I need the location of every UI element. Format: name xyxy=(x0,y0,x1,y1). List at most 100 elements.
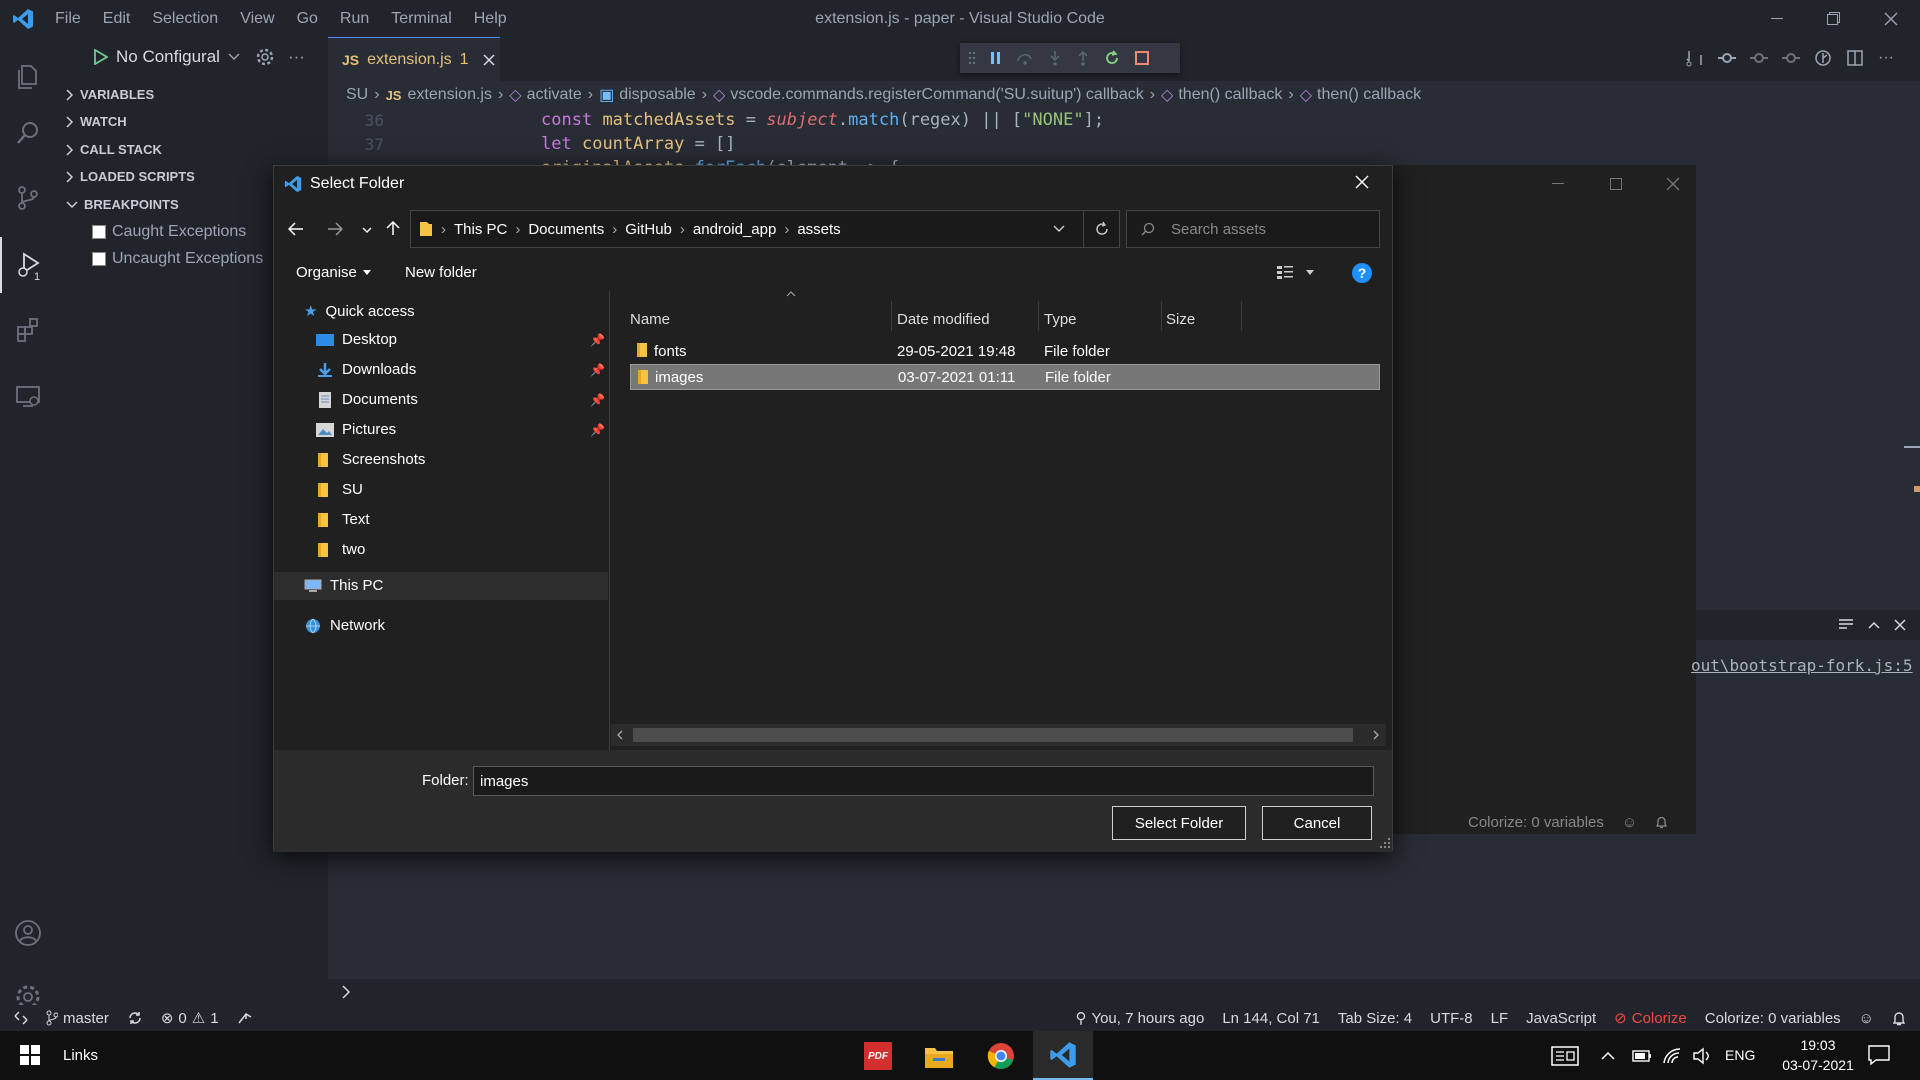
tab-extension-js[interactable]: JS extension.js 1 xyxy=(328,37,500,81)
recent-locations-chevron-icon[interactable] xyxy=(362,227,372,233)
path-segment[interactable]: Documents xyxy=(528,221,604,238)
minimize-button[interactable] xyxy=(1754,0,1800,37)
next-change-icon[interactable] xyxy=(1782,49,1800,67)
nav-two[interactable]: two xyxy=(316,541,365,558)
section-breakpoints[interactable]: BREAKPOINTS xyxy=(66,197,179,212)
nav-su[interactable]: SU xyxy=(316,481,363,498)
section-call-stack[interactable]: CALL STACK xyxy=(66,142,162,157)
menu-file[interactable]: File xyxy=(44,10,92,28)
nav-documents[interactable]: Documents xyxy=(316,391,418,408)
compare-icon[interactable] xyxy=(1686,49,1704,67)
address-history-chevron-icon[interactable] xyxy=(1053,225,1065,233)
split-editor-icon[interactable] xyxy=(1846,49,1864,67)
wifi-icon[interactable] xyxy=(1662,1047,1682,1065)
explorer-icon[interactable] xyxy=(0,49,56,105)
colorize-vars[interactable]: Colorize: 0 variables xyxy=(1696,1010,1850,1027)
volume-icon[interactable] xyxy=(1692,1047,1712,1065)
breadcrumb-item[interactable]: extension.js xyxy=(407,86,492,104)
pin-icon[interactable]: 📌 xyxy=(590,363,605,377)
bg-minimize-button[interactable] xyxy=(1535,165,1581,202)
breadcrumb-item[interactable]: SU xyxy=(346,86,368,104)
feedback-icon[interactable]: ☺ xyxy=(1850,1010,1883,1027)
section-watch[interactable]: WATCH xyxy=(66,114,127,129)
news-widget-icon[interactable] xyxy=(1551,1046,1579,1066)
source-control-icon[interactable] xyxy=(0,170,56,226)
help-icon[interactable]: ? xyxy=(1352,263,1372,283)
gitlens-icon[interactable] xyxy=(1814,49,1832,67)
remote-explorer-icon[interactable] xyxy=(0,368,56,424)
pdf-app-icon[interactable]: PDF xyxy=(864,1042,892,1070)
windows-start-icon[interactable] xyxy=(20,1045,40,1065)
git-blame-indicator[interactable]: ⚲ You, 7 hours ago xyxy=(1066,1009,1213,1028)
scroll-right-icon[interactable] xyxy=(1373,730,1379,740)
battery-icon[interactable] xyxy=(1632,1050,1652,1062)
run-debug-icon[interactable]: 1 xyxy=(0,237,56,293)
tab-size[interactable]: Tab Size: 4 xyxy=(1329,1010,1421,1027)
input-language[interactable]: ENG xyxy=(1725,1047,1755,1063)
stop-icon[interactable] xyxy=(1134,50,1150,66)
breadcrumb-item[interactable]: then() callback xyxy=(1317,86,1421,104)
file-row[interactable]: fonts 29-05-2021 19:48 File folder xyxy=(630,338,1380,364)
colorize-indicator[interactable]: ⊘ Colorize xyxy=(1605,1009,1696,1028)
maximize-panel-icon[interactable] xyxy=(1868,621,1880,629)
path-segment[interactable]: assets xyxy=(797,221,840,238)
nav-text[interactable]: Text xyxy=(316,511,370,528)
prev-change-icon[interactable] xyxy=(1750,49,1768,67)
cursor-position[interactable]: Ln 144, Col 71 xyxy=(1213,1010,1329,1027)
column-size[interactable]: Size xyxy=(1166,311,1195,328)
language-mode[interactable]: JavaScript xyxy=(1517,1010,1605,1027)
bell-icon[interactable] xyxy=(1655,815,1668,829)
scroll-left-icon[interactable] xyxy=(617,730,623,740)
live-share-icon[interactable] xyxy=(228,1011,262,1025)
more-actions-icon[interactable]: ··· xyxy=(288,47,305,67)
bg-close-button[interactable] xyxy=(1650,165,1696,202)
more-actions-icon[interactable]: ··· xyxy=(1878,49,1894,67)
chevron-right-icon[interactable] xyxy=(342,985,350,999)
menu-edit[interactable]: Edit xyxy=(92,10,142,28)
timeline-icon[interactable] xyxy=(1718,49,1736,67)
pin-icon[interactable]: 📌 xyxy=(590,393,605,407)
search-icon[interactable] xyxy=(0,105,56,161)
problems-indicator[interactable]: ⊗ 0 ⚠ 1 xyxy=(152,1009,228,1028)
path-segment[interactable]: This PC xyxy=(454,221,507,238)
extensions-icon[interactable] xyxy=(0,302,56,358)
tab-close-icon[interactable] xyxy=(483,53,495,66)
breadcrumb-item[interactable]: disposable xyxy=(619,86,696,104)
path-segment[interactable]: android_app xyxy=(693,221,776,238)
notification-center-icon[interactable] xyxy=(1868,1045,1890,1065)
cancel-button[interactable]: Cancel xyxy=(1262,806,1372,840)
refresh-icon[interactable] xyxy=(1083,211,1119,247)
restart-icon[interactable] xyxy=(1104,50,1120,66)
notifications-bell-icon[interactable] xyxy=(1883,1011,1920,1026)
nav-downloads[interactable]: Downloads xyxy=(316,361,416,378)
nav-screenshots[interactable]: Screenshots xyxy=(316,451,425,468)
breadcrumb-item[interactable]: then() callback xyxy=(1178,86,1282,104)
vscode-taskbar-icon[interactable] xyxy=(1033,1031,1093,1080)
checkbox[interactable] xyxy=(92,252,106,266)
file-row-selected[interactable]: images 03-07-2021 01:11 File folder xyxy=(630,364,1380,390)
pin-icon[interactable]: 📌 xyxy=(590,333,605,347)
terminal-link[interactable]: out\bootstrap-fork.js:5 xyxy=(1691,656,1920,675)
dialog-close-icon[interactable] xyxy=(1354,174,1370,190)
checkbox[interactable] xyxy=(92,225,106,239)
debug-config-select[interactable]: No Configural xyxy=(116,47,220,67)
tray-chevron-up-icon[interactable] xyxy=(1601,1051,1615,1060)
new-folder-button[interactable]: New folder xyxy=(405,264,477,281)
column-name[interactable]: Name xyxy=(630,311,670,328)
start-debug-icon[interactable] xyxy=(94,49,108,65)
path-segment[interactable]: GitHub xyxy=(625,221,672,238)
branch-indicator[interactable]: master xyxy=(37,1010,118,1027)
address-bar[interactable]: › This PC › Documents › GitHub › android_app… xyxy=(410,210,1120,248)
close-window-button[interactable] xyxy=(1868,0,1914,37)
view-options-icon[interactable] xyxy=(1276,265,1314,279)
menu-view[interactable]: View xyxy=(229,10,285,28)
horizontal-scrollbar[interactable] xyxy=(611,724,1386,746)
debug-settings-gear-icon[interactable] xyxy=(256,48,274,66)
menu-help[interactable]: Help xyxy=(463,10,518,28)
accounts-icon[interactable] xyxy=(0,905,56,961)
chevron-down-icon[interactable] xyxy=(228,53,240,61)
step-out-icon[interactable] xyxy=(1076,50,1090,66)
encoding[interactable]: UTF-8 xyxy=(1421,1010,1482,1027)
links-toolbar[interactable]: Links xyxy=(63,1047,98,1064)
drag-handle-icon[interactable] xyxy=(968,51,976,65)
